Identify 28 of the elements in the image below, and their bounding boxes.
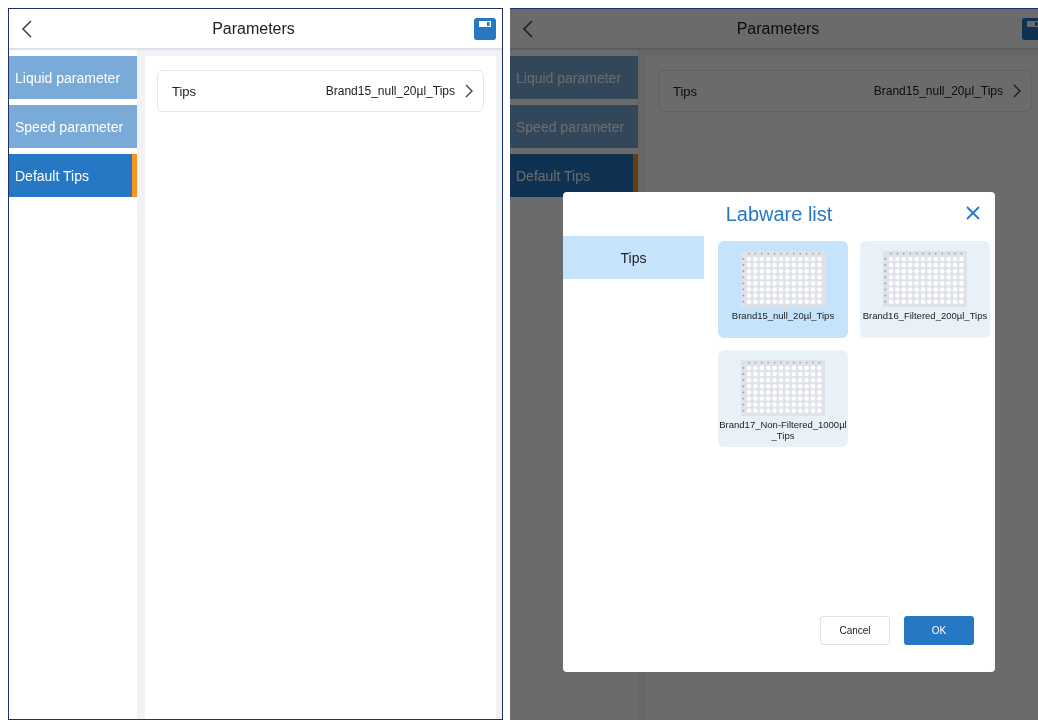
sidebar-tab[interactable]: Speed parameter — [9, 105, 137, 148]
labware-name: Brand16_Filtered_200µl_Tips — [861, 310, 989, 321]
category-tab[interactable]: Tips — [563, 236, 704, 279]
back-icon[interactable] — [21, 19, 33, 38]
labware-name: Brand15_null_20µl_Tips — [730, 310, 836, 321]
close-icon[interactable] — [965, 205, 981, 221]
labware-card[interactable]: Brand16_Filtered_200µl_Tips — [860, 241, 990, 338]
tips-setting-row[interactable]: Tips Brand15_null_20µl_Tips — [658, 70, 1032, 112]
setting-value: Brand15_null_20µl_Tips — [325, 84, 455, 98]
chevron-right-icon — [1013, 84, 1021, 98]
ok-button[interactable]: OK — [904, 616, 974, 645]
setting-label: Tips — [673, 83, 699, 99]
labware-card[interactable]: Brand15_null_20µl_Tips — [718, 241, 848, 338]
save-icon[interactable] — [474, 17, 496, 40]
sidebar-tab[interactable]: Default Tips — [510, 154, 638, 197]
screen-title: Parameters — [212, 19, 295, 38]
cancel-button[interactable]: Cancel — [820, 616, 890, 645]
labware-name: Brand17_Non-Filtered_1000µl_Tips — [718, 419, 848, 441]
dialog-title: Labware list — [725, 202, 833, 226]
setting-value: Brand15_null_20µl_Tips — [873, 84, 1003, 98]
sidebar-tab[interactable]: Liquid parameter — [9, 56, 137, 99]
chevron-right-icon — [465, 84, 473, 98]
setting-label: Tips — [172, 83, 198, 99]
tips-setting-row[interactable]: Tips Brand15_null_20µl_Tips — [157, 70, 484, 112]
save-icon[interactable] — [1022, 17, 1038, 40]
screen-title: Parameters — [736, 19, 820, 38]
sidebar-tab[interactable]: Default Tips — [9, 154, 137, 197]
labware-card[interactable]: Brand17_Non-Filtered_1000µl_Tips — [718, 350, 848, 447]
